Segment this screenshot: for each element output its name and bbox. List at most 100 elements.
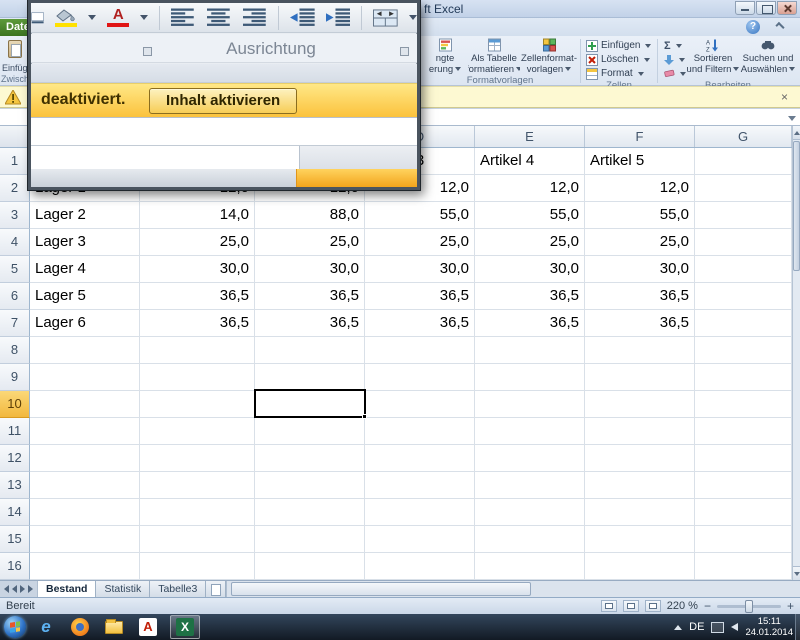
cell-C11[interactable]: [255, 418, 365, 445]
cell-C15[interactable]: [255, 526, 365, 553]
row-header-10[interactable]: 10: [0, 391, 30, 418]
cell-F4[interactable]: 25,0: [585, 229, 695, 256]
cell-D4[interactable]: 25,0: [365, 229, 475, 256]
cell-B11[interactable]: [140, 418, 255, 445]
find-select-button[interactable]: Suchen und Auswählen: [740, 37, 796, 75]
cell-E12[interactable]: [475, 445, 585, 472]
cell-styles-button[interactable]: Zellenformat- vorlagen: [520, 37, 578, 75]
cell-E15[interactable]: [475, 526, 585, 553]
cell-G6[interactable]: [695, 283, 792, 310]
cell-D15[interactable]: [365, 526, 475, 553]
cell-F9[interactable]: [585, 364, 695, 391]
cell-C3[interactable]: 88,0: [255, 202, 365, 229]
message-bar-close-icon[interactable]: ×: [777, 90, 792, 105]
format-cells-button[interactable]: Format: [586, 67, 651, 80]
close-button[interactable]: [777, 1, 797, 15]
language-indicator[interactable]: DE: [689, 621, 704, 633]
cell-G3[interactable]: [695, 202, 792, 229]
cell-C9[interactable]: [255, 364, 365, 391]
cell-F11[interactable]: [585, 418, 695, 445]
cell-G8[interactable]: [695, 337, 792, 364]
row-header-14[interactable]: 14: [0, 499, 30, 526]
cell-A11[interactable]: [30, 418, 140, 445]
cell-G7[interactable]: [695, 310, 792, 337]
sheet-tab-bestand[interactable]: Bestand: [38, 581, 96, 597]
delete-cells-button[interactable]: Löschen: [586, 53, 651, 66]
zoom-slider[interactable]: [717, 605, 781, 608]
cell-D9[interactable]: [365, 364, 475, 391]
cell-E16[interactable]: [475, 553, 585, 580]
cell-D11[interactable]: [365, 418, 475, 445]
cell-F16[interactable]: [585, 553, 695, 580]
zoom-level[interactable]: 220 %: [667, 600, 698, 612]
dialog-launcher-icon[interactable]: [400, 47, 409, 56]
row-header-7[interactable]: 7: [0, 310, 30, 337]
cell-C5[interactable]: 30,0: [255, 256, 365, 283]
zoom-in-button[interactable]: +: [787, 599, 794, 613]
cell-G11[interactable]: [695, 418, 792, 445]
insert-cells-button[interactable]: Einfügen: [586, 39, 651, 52]
cell-A3[interactable]: Lager 2: [30, 202, 140, 229]
insert-worksheet-button[interactable]: [206, 581, 226, 597]
normal-view-icon[interactable]: [601, 600, 617, 612]
row-header-4[interactable]: 4: [0, 229, 30, 256]
cell-F6[interactable]: 36,5: [585, 283, 695, 310]
horizontal-scroll-thumb[interactable]: [231, 582, 531, 596]
cell-G13[interactable]: [695, 472, 792, 499]
cell-F5[interactable]: 30,0: [585, 256, 695, 283]
cell-F8[interactable]: [585, 337, 695, 364]
row-header-5[interactable]: 5: [0, 256, 30, 283]
cell-F14[interactable]: [585, 499, 695, 526]
cell-C6[interactable]: 36,5: [255, 283, 365, 310]
merge-center-icon[interactable]: [373, 9, 398, 27]
minimize-button[interactable]: [735, 1, 755, 15]
cell-F12[interactable]: [585, 445, 695, 472]
show-desktop-button[interactable]: [795, 614, 800, 640]
cell-E8[interactable]: [475, 337, 585, 364]
cell-F10[interactable]: [585, 391, 695, 418]
cell-C14[interactable]: [255, 499, 365, 526]
decrease-indent-icon[interactable]: [290, 8, 315, 27]
cell-B3[interactable]: 14,0: [140, 202, 255, 229]
cell-G5[interactable]: [695, 256, 792, 283]
cell-C16[interactable]: [255, 553, 365, 580]
cell-G16[interactable]: [695, 553, 792, 580]
chevron-down-icon[interactable]: [140, 15, 148, 20]
dialog-launcher-icon[interactable]: [143, 47, 152, 56]
vertical-scroll-thumb[interactable]: [793, 141, 800, 271]
horizontal-scrollbar[interactable]: [226, 581, 800, 597]
cell-F2[interactable]: 12,0: [585, 175, 695, 202]
scroll-down-icon[interactable]: [793, 566, 800, 580]
cell-G1[interactable]: [695, 148, 792, 175]
file-tab[interactable]: Datei: [0, 19, 28, 36]
align-center-icon[interactable]: [207, 8, 232, 27]
cell-B6[interactable]: 36,5: [140, 283, 255, 310]
cell-F3[interactable]: 55,0: [585, 202, 695, 229]
prev-sheet-icon[interactable]: [12, 585, 17, 593]
cell-B14[interactable]: [140, 499, 255, 526]
cell-G4[interactable]: [695, 229, 792, 256]
conditional-formatting-button[interactable]: ngte erung: [422, 37, 468, 75]
collapse-ribbon-icon[interactable]: [775, 22, 784, 31]
row-header-16[interactable]: 16: [0, 553, 30, 580]
sheet-tab-tabelle3[interactable]: Tabelle3: [150, 581, 206, 597]
row-header-13[interactable]: 13: [0, 472, 30, 499]
row-header-9[interactable]: 9: [0, 364, 30, 391]
row-header-11[interactable]: 11: [0, 418, 30, 445]
cell-D10[interactable]: [365, 391, 475, 418]
cell-B16[interactable]: [140, 553, 255, 580]
cell-E4[interactable]: 25,0: [475, 229, 585, 256]
sheet-tab-statistik[interactable]: Statistik: [96, 581, 150, 597]
cell-B5[interactable]: 30,0: [140, 256, 255, 283]
cell-C4[interactable]: 25,0: [255, 229, 365, 256]
page-break-view-icon[interactable]: [645, 600, 661, 612]
cell-E7[interactable]: 36,5: [475, 310, 585, 337]
cell-B4[interactable]: 25,0: [140, 229, 255, 256]
cell-A4[interactable]: Lager 3: [30, 229, 140, 256]
cell-A8[interactable]: [30, 337, 140, 364]
taskbar-clock[interactable]: 15:11 24.01.2014: [745, 616, 793, 638]
page-layout-view-icon[interactable]: [623, 600, 639, 612]
cell-A6[interactable]: Lager 5: [30, 283, 140, 310]
increase-indent-icon[interactable]: [326, 8, 351, 27]
column-header-G[interactable]: G: [695, 126, 792, 147]
